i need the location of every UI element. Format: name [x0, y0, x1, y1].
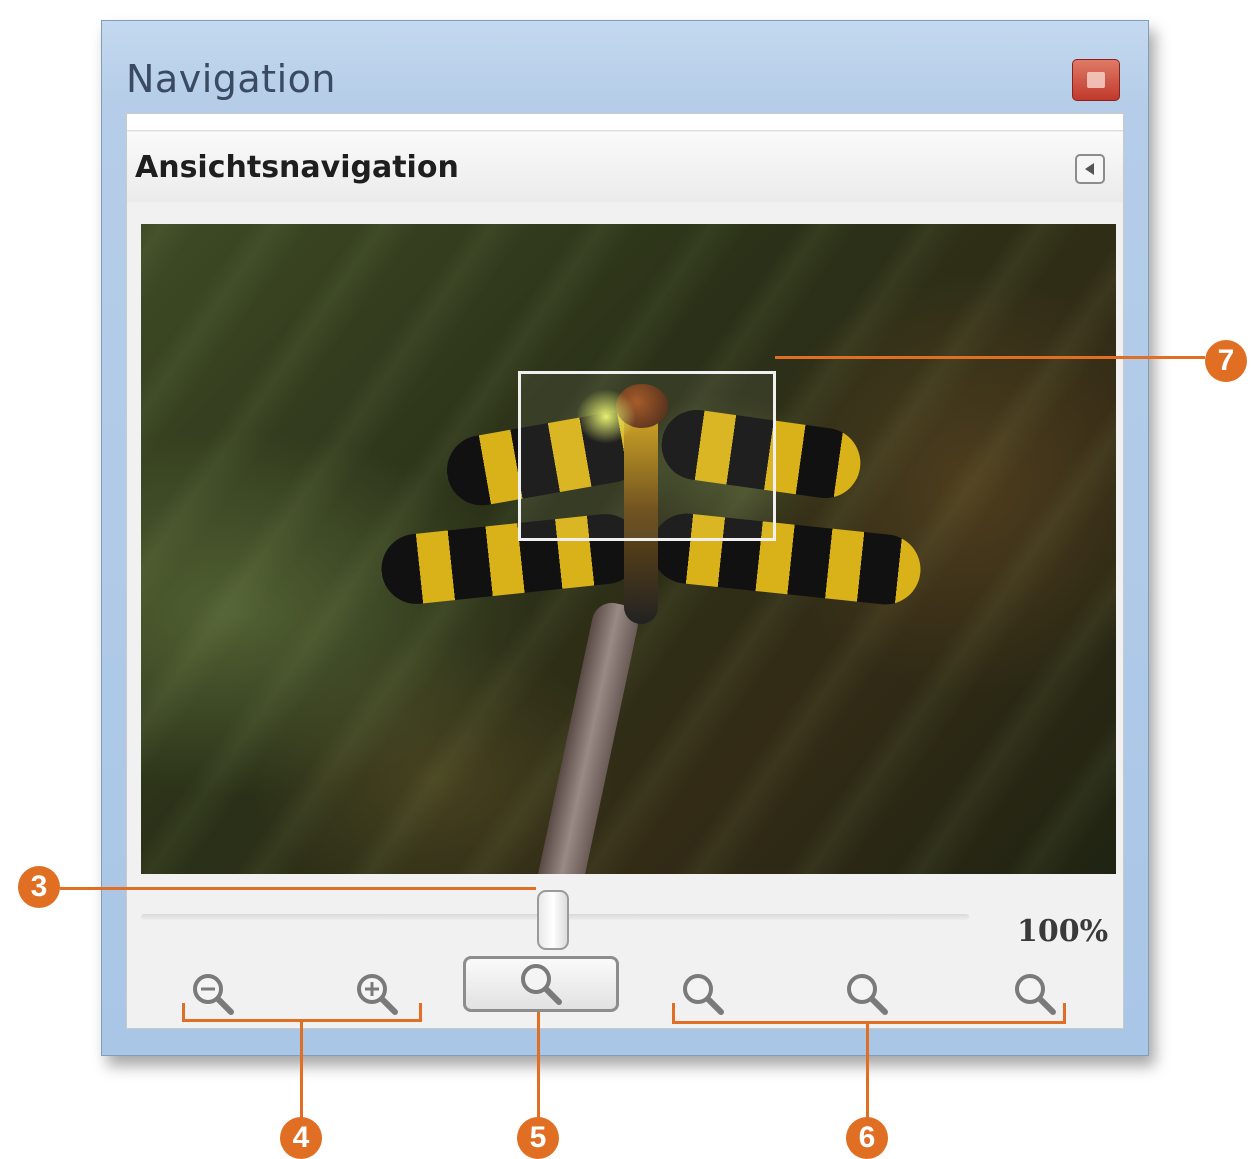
zoom-preset-button-1[interactable] — [673, 964, 733, 1024]
magnifier-icon — [683, 974, 724, 1015]
navigation-window: Navigation Ansichtsnavigation 100% — [101, 20, 1149, 1056]
zoom-tool-button[interactable] — [463, 956, 619, 1012]
annotation-line-5 — [537, 1012, 540, 1118]
annotation-badge-3: 3 — [18, 866, 60, 908]
annotation-line-3 — [60, 887, 536, 890]
view-highlight — [576, 389, 636, 444]
annotation-bracket-4-right — [419, 1003, 422, 1021]
image-preview[interactable] — [141, 224, 1116, 874]
navigator-panel: Ansichtsnavigation 100% — [126, 113, 1124, 1029]
magnifier-icon — [1015, 974, 1056, 1015]
window-title: Navigation — [126, 57, 336, 101]
annotation-line-7 — [775, 356, 1205, 359]
zoom-out-icon — [193, 974, 234, 1015]
view-area-rectangle[interactable] — [518, 371, 776, 541]
annotation-badge-4: 4 — [280, 1117, 322, 1159]
zoom-preset-button-2[interactable] — [837, 964, 897, 1024]
zoom-slider-thumb[interactable] — [537, 890, 569, 950]
panel-top-strip — [127, 114, 1123, 131]
zoom-out-button[interactable] — [183, 964, 243, 1024]
zoom-in-icon — [357, 974, 398, 1015]
annotation-bracket-6-right — [1063, 1003, 1066, 1023]
annotation-bracket-6-left — [672, 1003, 675, 1023]
annotation-bracket-4-left — [182, 1003, 185, 1021]
zoom-in-button[interactable] — [347, 964, 407, 1024]
magnifier-icon — [847, 974, 888, 1015]
panel-title: Ansichtsnavigation — [135, 150, 459, 185]
annotation-bracket-6 — [672, 1021, 1066, 1024]
zoom-value-label: 100% — [1017, 914, 1109, 949]
annotation-badge-7: 7 — [1205, 340, 1247, 382]
annotation-line-4 — [300, 1021, 303, 1119]
close-icon — [1087, 72, 1105, 88]
magnifier-icon — [521, 964, 562, 1005]
close-button[interactable] — [1072, 59, 1120, 101]
annotation-line-6 — [866, 1023, 869, 1119]
annotation-badge-6: 6 — [846, 1117, 888, 1159]
annotation-badge-5: 5 — [517, 1117, 559, 1159]
zoom-preset-button-3[interactable] — [1005, 964, 1065, 1024]
panel-menu-button[interactable] — [1075, 154, 1105, 184]
